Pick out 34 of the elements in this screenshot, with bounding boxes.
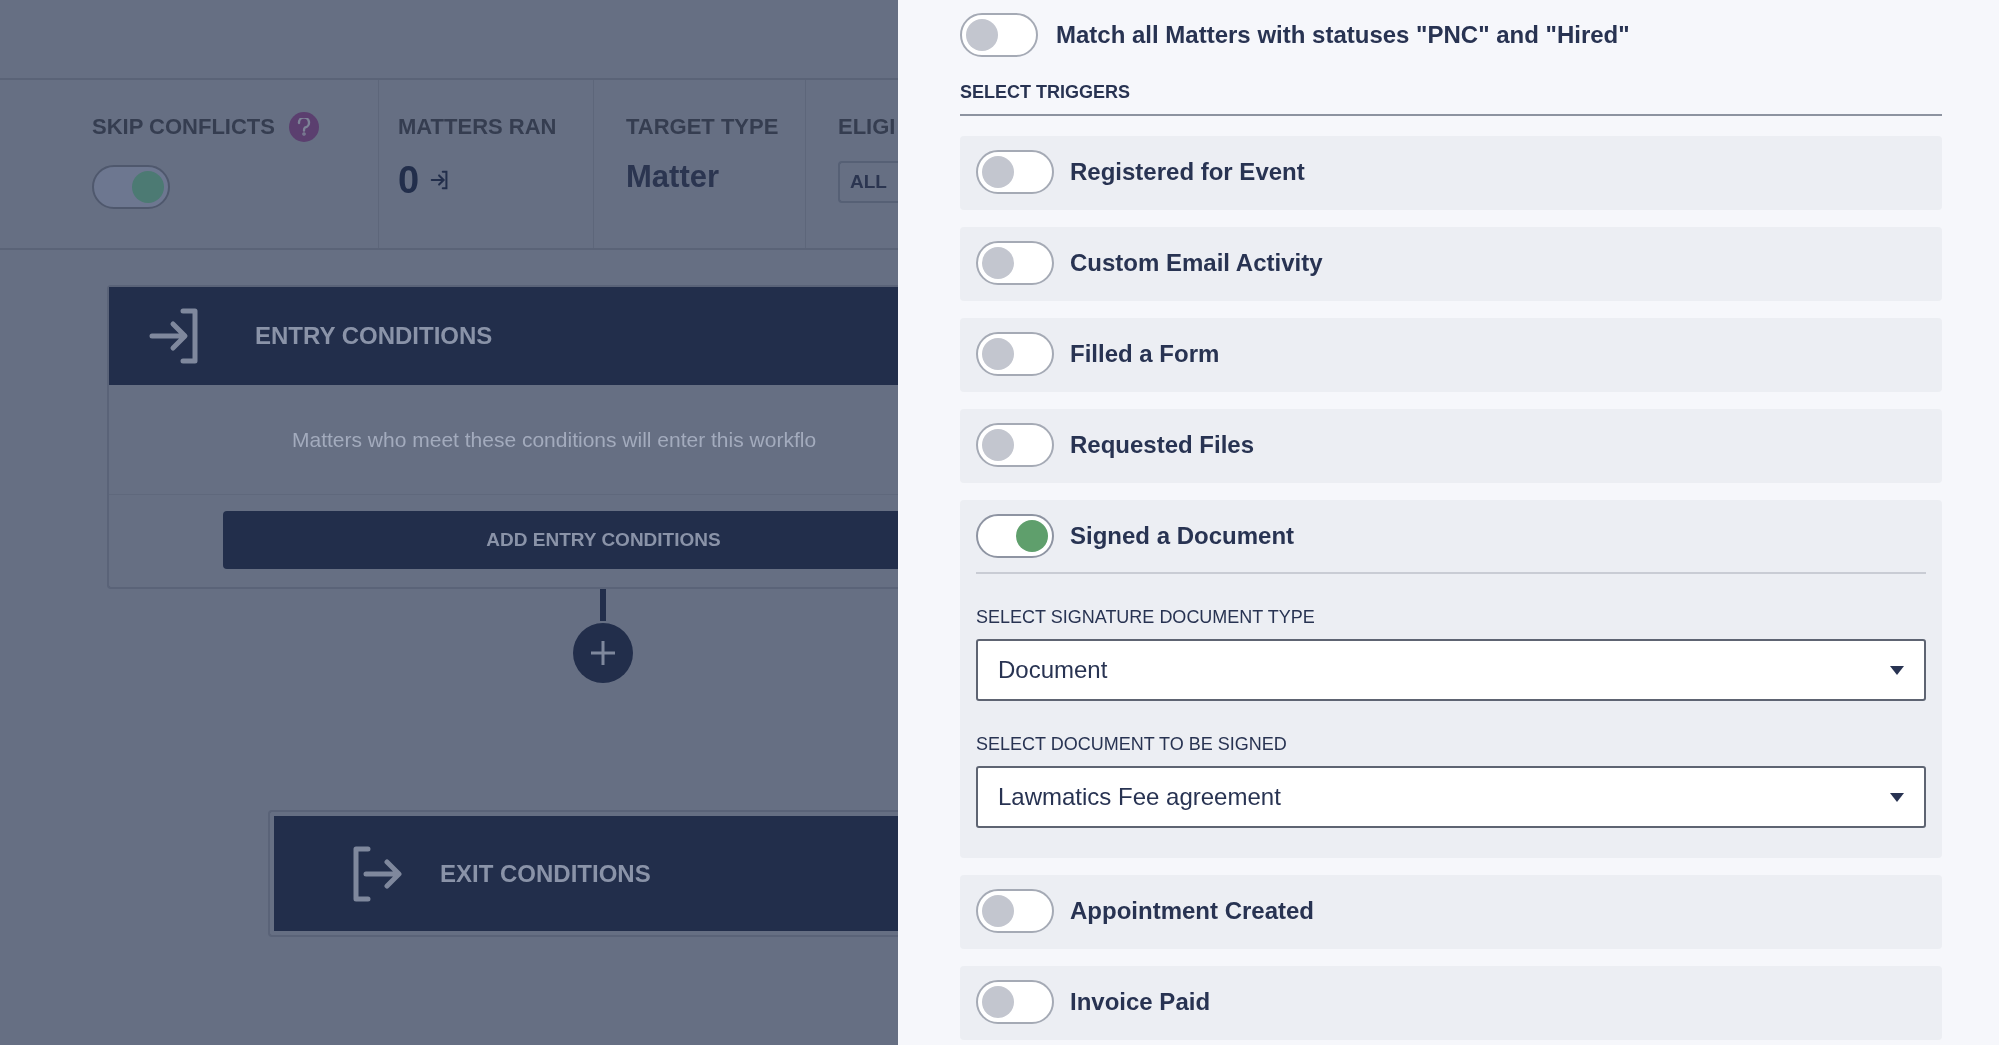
select-field[interactable]: Lawmatics Fee agreement	[976, 766, 1926, 828]
toggle-switch[interactable]	[976, 150, 1054, 194]
toggle-switch[interactable]	[976, 332, 1054, 376]
caret-icon	[1890, 665, 1904, 675]
card-title: ENTRY CONDITIONS	[255, 321, 493, 351]
match-all-label: Match all Matters with statuses "PNC" and "Hired"	[1056, 20, 1630, 50]
toggle-switch[interactable]	[976, 241, 1054, 285]
section-title: SELECT TRIGGERS	[960, 82, 1130, 102]
trigger-label: Requested Files	[1070, 430, 1255, 460]
count-value: 0	[398, 161, 420, 199]
caret-icon	[1890, 792, 1904, 802]
enter-arrow-icon	[149, 308, 201, 364]
help-icon[interactable]	[288, 111, 319, 142]
field-label: SELECT DOCUMENT TO BE SIGNED	[976, 733, 1288, 756]
trigger-label: Filled a Form	[1070, 339, 1220, 369]
trigger-label: Appointment Created	[1070, 896, 1314, 926]
add-entry-conditions-button[interactable]: ADD ENTRY CONDITIONS	[223, 511, 898, 569]
card-title: EXIT CONDITIONS	[440, 858, 651, 889]
field-label: SELECT SIGNATURE DOCUMENT TYPE	[976, 606, 1316, 629]
select-field[interactable]: Document	[976, 639, 1926, 701]
toggle-switch[interactable]	[976, 514, 1054, 558]
trigger-label: Custom Email Activity	[1070, 248, 1323, 278]
toggle-switch[interactable]	[92, 165, 170, 209]
plus-icon	[589, 639, 617, 667]
trigger-label: Signed a Document	[1070, 521, 1295, 551]
toggle-switch[interactable]	[976, 889, 1054, 933]
card-description: Matters who meet these conditions will enter this workflo	[292, 426, 817, 453]
stat-value: Matter	[626, 161, 720, 192]
add-step-button[interactable]	[573, 623, 633, 683]
toggle-switch[interactable]	[960, 13, 1038, 57]
toggle-switch[interactable]	[976, 980, 1054, 1024]
trigger-label: Registered for Event	[1070, 157, 1305, 187]
trigger-label: Invoice Paid	[1070, 987, 1211, 1017]
toggle-switch[interactable]	[976, 423, 1054, 467]
